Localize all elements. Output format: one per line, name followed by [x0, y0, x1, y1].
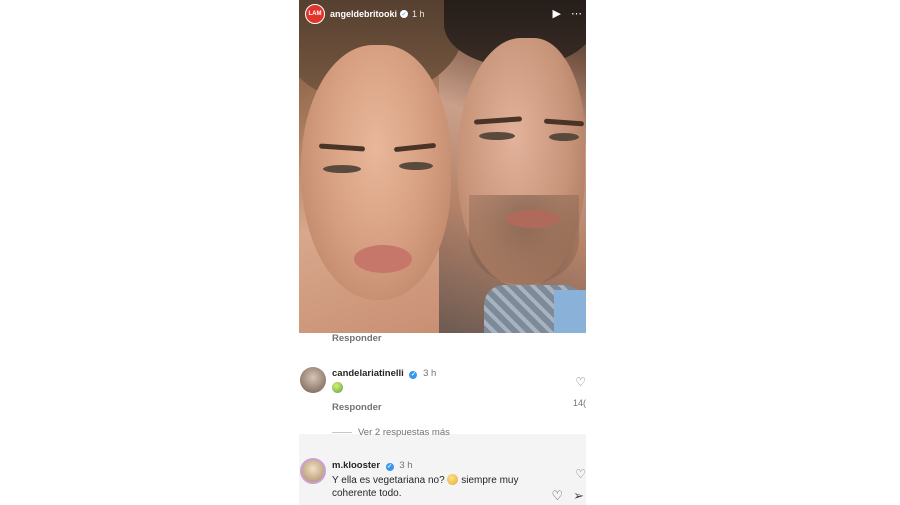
play-icon[interactable]: ▶: [553, 7, 561, 20]
comment-text-part: coherente todo.: [332, 488, 402, 499]
photo-eye: [479, 132, 515, 140]
comment-text: [332, 382, 343, 395]
comment-text-part: siempre muy: [461, 475, 519, 486]
photo-eye: [399, 162, 433, 170]
story-actions: ♡ ➢: [551, 488, 584, 504]
account-logo-text: LAM: [308, 11, 322, 17]
like-story-heart-icon[interactable]: ♡: [551, 488, 563, 504]
photo-lips: [506, 210, 560, 228]
pear-emoji-icon: [332, 382, 343, 393]
photo-eye: [323, 165, 361, 173]
photo-beard: [469, 195, 579, 285]
comment-text: Y ella es vegetariana no? siempre muy co…: [332, 474, 519, 500]
heart-icon[interactable]: ♡: [575, 375, 586, 389]
comment-text-part: Y ella es vegetariana no?: [332, 475, 445, 486]
account-avatar[interactable]: LAM: [305, 4, 325, 24]
comment-username[interactable]: candelariatinelli ✓ 3 h: [332, 368, 436, 379]
comments-section: Responder candelariatinelli ✓ 3 h Respon…: [299, 333, 586, 505]
comment-time: 3 h: [399, 460, 413, 471]
avatar[interactable]: [300, 367, 326, 393]
avatar[interactable]: [300, 458, 326, 484]
verified-badge-icon: ✓: [409, 370, 418, 379]
send-icon[interactable]: ➢: [573, 488, 584, 504]
comment-username-text[interactable]: candelariatinelli: [332, 368, 404, 379]
story-username[interactable]: angeldebritooki: [330, 9, 397, 19]
thinking-face-emoji-icon: [447, 474, 459, 485]
more-options-icon[interactable]: ⋯: [571, 7, 582, 20]
like-count: 14(: [572, 398, 586, 408]
comment-username[interactable]: m.klooster ✓ 3 h: [332, 460, 413, 471]
more-replies-text[interactable]: Ver 2 respuestas más: [358, 427, 450, 438]
reply-button[interactable]: Responder: [332, 333, 382, 344]
photo-eye: [549, 133, 579, 141]
verified-badge-icon: ✓: [385, 462, 394, 471]
comment-username-text[interactable]: m.klooster: [332, 460, 380, 471]
story-photo[interactable]: LAM angeldebritooki ✓ 1 h ▶ ⋯: [299, 0, 586, 333]
reply-button[interactable]: Responder: [332, 402, 382, 413]
story-header: LAM angeldebritooki ✓ 1 h ▶ ⋯: [299, 0, 586, 28]
view-more-replies-button[interactable]: Ver 2 respuestas más: [332, 427, 450, 438]
story-viewer: LAM angeldebritooki ✓ 1 h ▶ ⋯ Responder …: [299, 0, 586, 505]
story-time: 1 h: [412, 9, 425, 19]
divider-line: [332, 432, 352, 433]
comment-time: 3 h: [423, 368, 437, 379]
heart-icon[interactable]: ♡: [575, 467, 586, 481]
photo-shirt: [554, 290, 586, 333]
photo-lips: [354, 245, 412, 273]
verified-badge-icon: ✓: [400, 10, 409, 18]
